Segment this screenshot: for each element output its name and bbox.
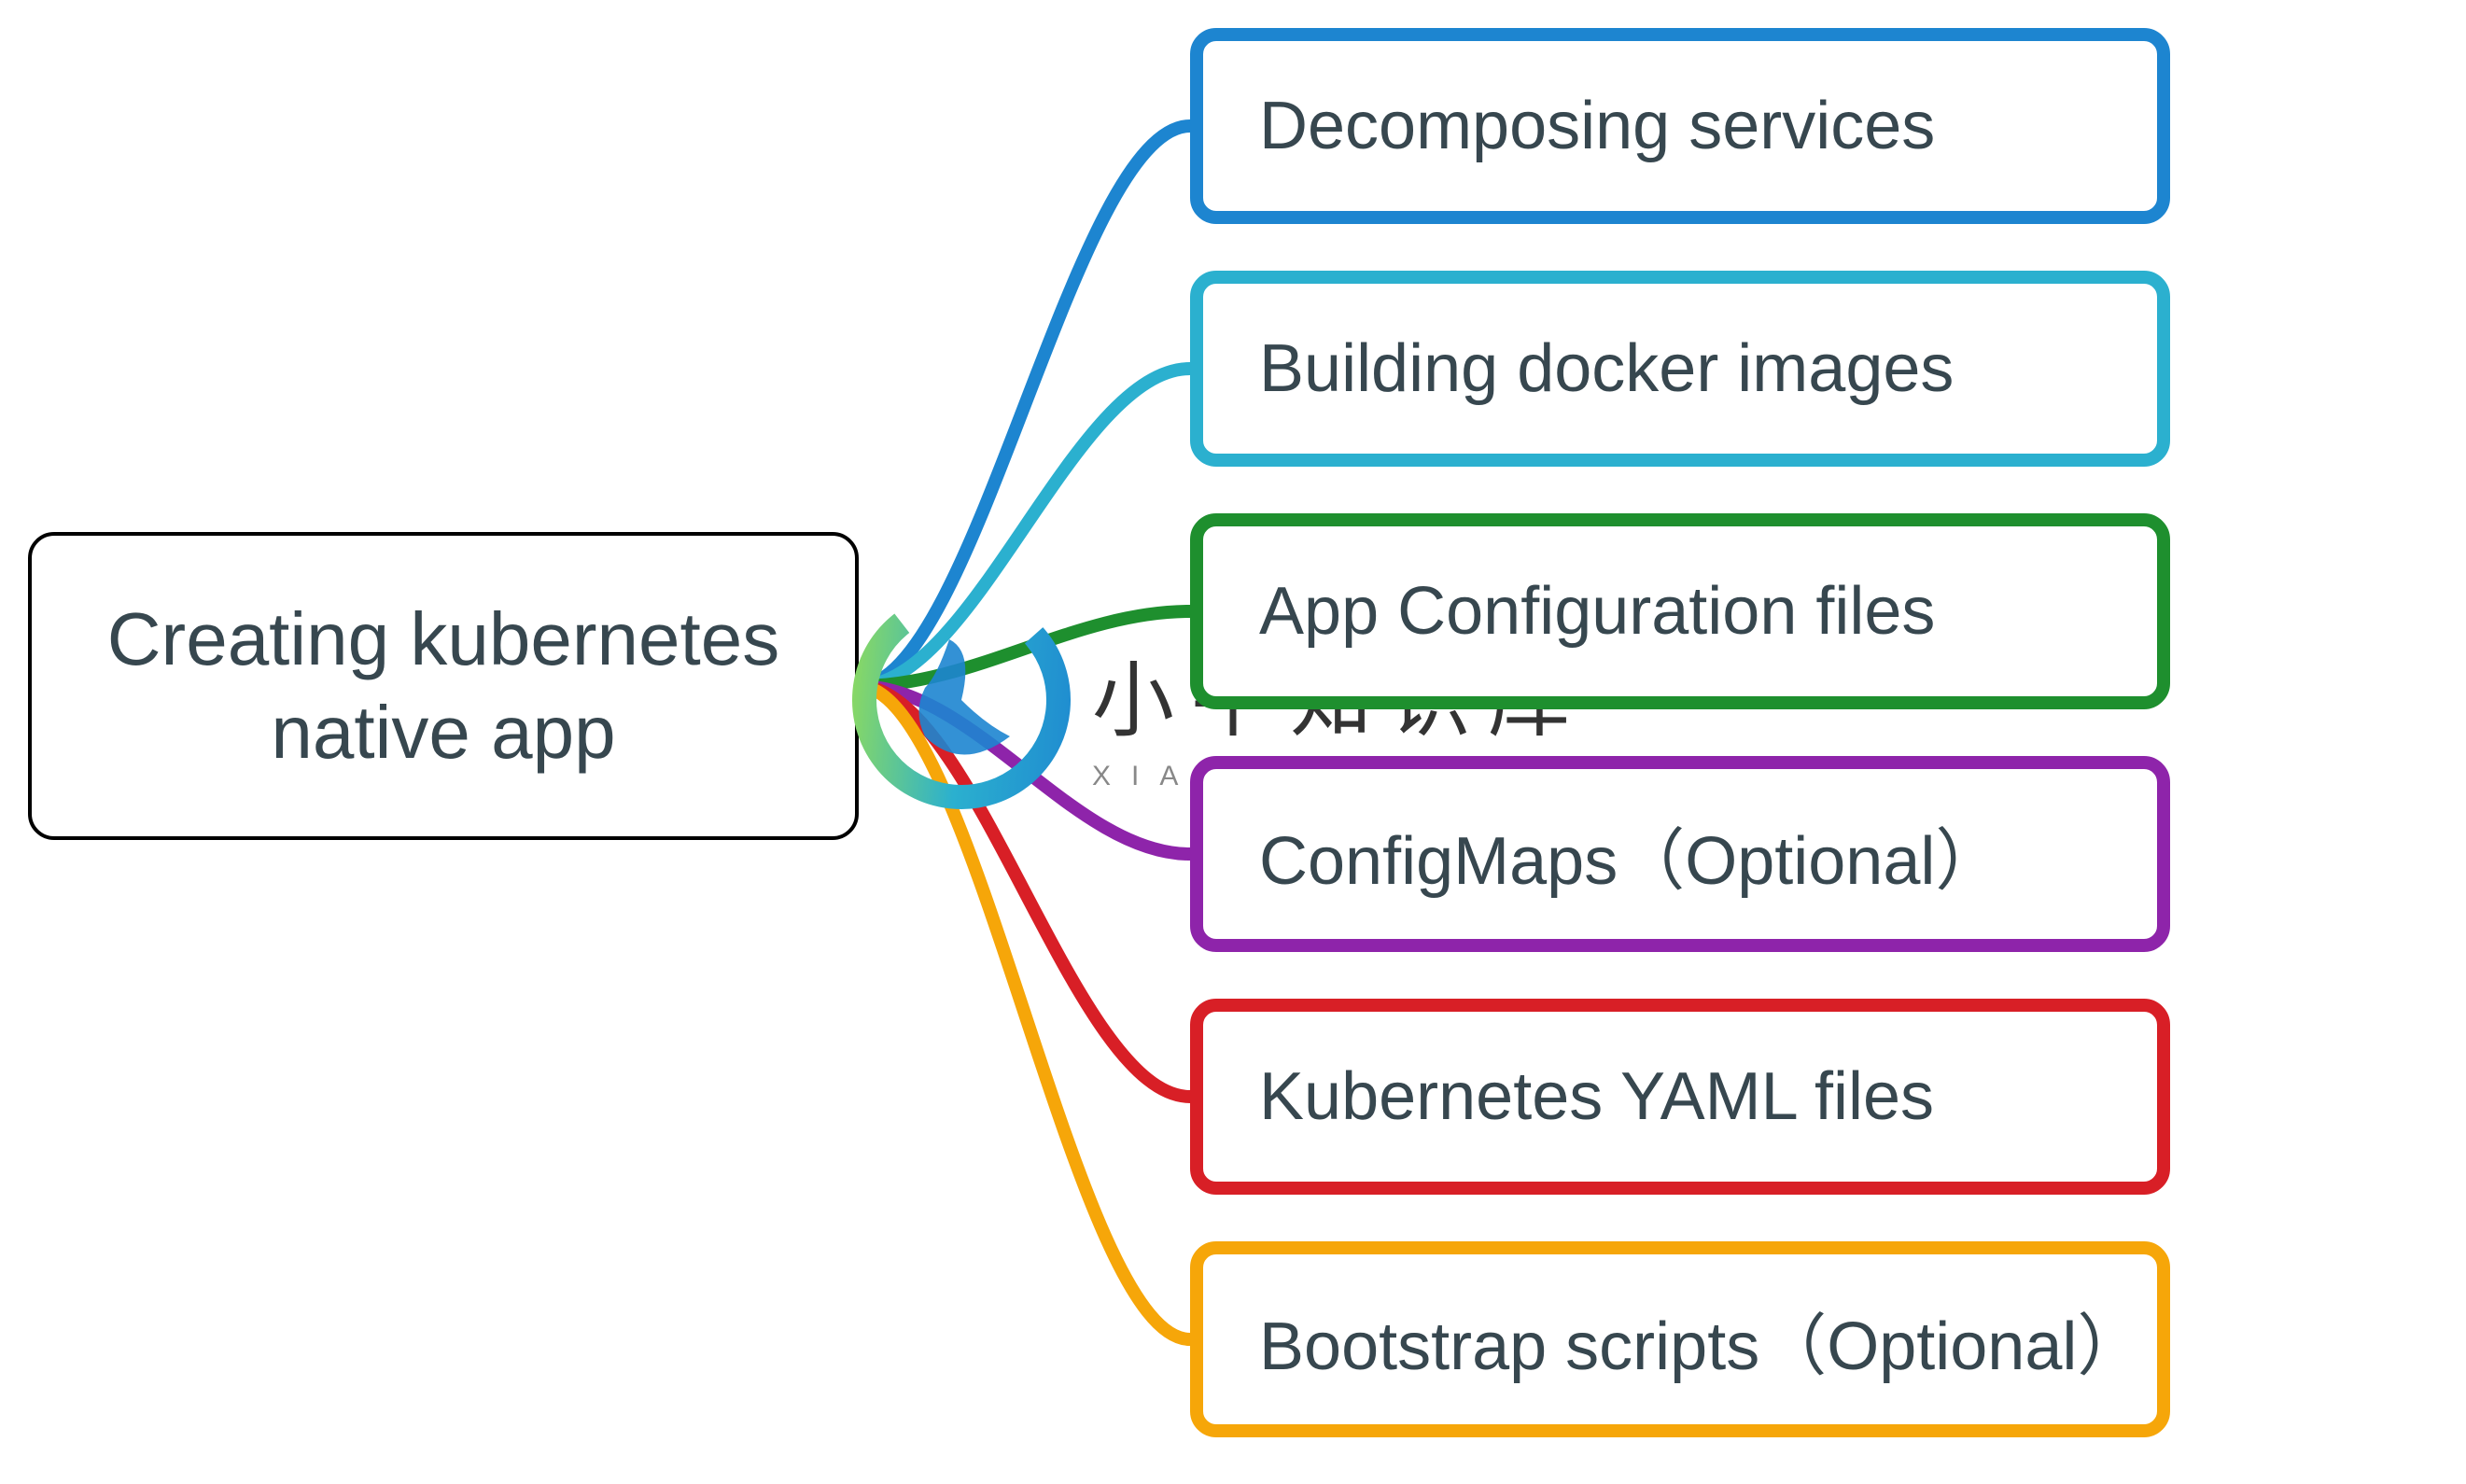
child-label: Bootstrap scripts（Optional） <box>1259 1291 2120 1389</box>
connector-4 <box>859 686 1190 1097</box>
connector-1 <box>859 369 1190 686</box>
root-label: Creating kubernetesnative app <box>107 593 779 779</box>
connector-2 <box>859 611 1190 686</box>
child-label: App Configuration files <box>1259 573 1935 650</box>
child-label: Kubernetes YAML files <box>1259 1058 1934 1135</box>
connector-0 <box>859 126 1190 686</box>
child-node-0: Decomposing services <box>1190 28 2170 224</box>
child-node-3: ConfigMaps（Optional） <box>1190 756 2170 952</box>
diagram-canvas: { "root": { "label": "Creating kubernete… <box>0 0 2466 1484</box>
child-node-5: Bootstrap scripts（Optional） <box>1190 1241 2170 1437</box>
watermark-logo-icon <box>840 579 1083 826</box>
child-node-4: Kubernetes YAML files <box>1190 999 2170 1195</box>
root-node: Creating kubernetesnative app <box>28 532 859 840</box>
child-node-1: Building docker images <box>1190 271 2170 467</box>
child-label: ConfigMaps（Optional） <box>1259 805 2002 903</box>
connector-3 <box>859 686 1190 854</box>
child-node-2: App Configuration files <box>1190 513 2170 709</box>
child-label: Building docker images <box>1259 330 1954 407</box>
child-label: Decomposing services <box>1259 88 1935 164</box>
connector-5 <box>859 686 1190 1339</box>
